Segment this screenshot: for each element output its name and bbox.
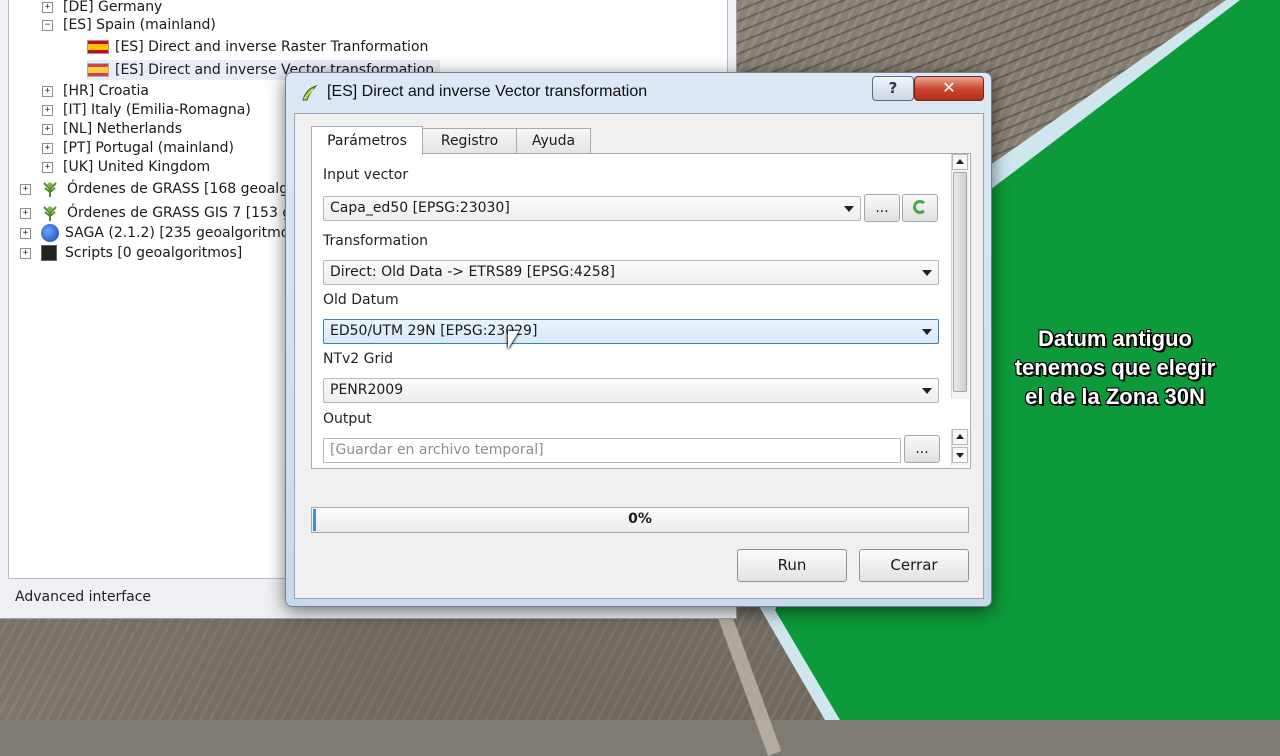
spain-flag-icon <box>87 40 109 54</box>
overlay-caption-line: el de la Zona 30N <box>1025 384 1205 409</box>
tree-item-grass7[interactable]: + Órdenes de GRASS GIS 7 [153 g <box>20 201 292 225</box>
iterate-button[interactable] <box>902 194 938 222</box>
tree-item-label: [UK] United Kingdom <box>63 159 211 175</box>
tree-item-label: Scripts [0 geoalgoritmos] <box>65 245 243 261</box>
tree-item-label: SAGA (2.1.2) [235 geoalgoritmo <box>65 225 290 241</box>
tab-registro[interactable]: Registro <box>422 128 517 154</box>
qgis-app-icon <box>302 84 318 101</box>
run-button[interactable]: Run <box>737 549 847 582</box>
progress-text: 0% <box>628 511 652 527</box>
collapse-icon[interactable]: − <box>42 20 53 31</box>
expand-icon[interactable]: + <box>42 143 53 154</box>
expand-icon[interactable]: + <box>20 248 31 259</box>
tree-item-portugal[interactable]: + [PT] Portugal (mainland) <box>42 138 234 158</box>
close-window-button[interactable]: ✕ <box>914 76 984 101</box>
output-placeholder: [Guardar en archivo temporal] <box>330 442 544 458</box>
transformation-select[interactable]: Direct: Old Data -> ETRS89 [EPSG:4258] <box>323 260 939 285</box>
scroll-up-icon[interactable] <box>952 429 968 445</box>
ntv2-grid-select[interactable]: PENR2009 <box>323 378 939 403</box>
tree-item-netherlands[interactable]: + [NL] Netherlands <box>42 119 182 139</box>
input-vector-value: Capa_ed50 [EPSG:23030] <box>330 200 510 216</box>
grass-icon <box>43 206 57 221</box>
tree-item-label: Órdenes de GRASS GIS 7 [153 g <box>67 205 292 221</box>
tree-item-croatia[interactable]: + [HR] Croatia <box>42 81 149 101</box>
tree-item-label: [PT] Portugal (mainland) <box>63 140 234 156</box>
tree-item-label: [ES] Direct and inverse Raster Tranforma… <box>115 39 429 55</box>
dropdown-arrow-icon <box>922 388 932 394</box>
tree-item-label: Órdenes de GRASS [168 geoalgo <box>67 181 297 197</box>
ntv2-grid-label: NTv2 Grid <box>323 351 394 367</box>
scripts-icon <box>41 245 57 261</box>
output-field[interactable]: [Guardar en archivo temporal] <box>323 438 901 463</box>
overlay-caption-line: Datum antiguo <box>1038 326 1192 351</box>
output-scrollbar[interactable] <box>951 429 969 465</box>
spain-flag-icon <box>87 63 109 77</box>
output-browse-button[interactable]: ... <box>904 435 940 463</box>
help-button[interactable]: ? <box>872 76 914 101</box>
parameters-panel: Input vector Capa_ed50 [EPSG:23030] ... … <box>311 153 971 469</box>
transformation-label: Transformation <box>323 233 429 249</box>
transformation-value: Direct: Old Data -> ETRS89 [EPSG:4258] <box>330 264 616 280</box>
old-datum-value: ED50/UTM 29N [EPSG:23029] <box>330 323 538 339</box>
ntv2-grid-value: PENR2009 <box>330 382 404 398</box>
dropdown-arrow-icon <box>922 270 932 276</box>
output-label: Output <box>323 411 372 427</box>
tree-item-label: [HR] Croatia <box>63 83 149 99</box>
tree-item-label: [NL] Netherlands <box>63 121 182 137</box>
tab-parametros[interactable]: Parámetros <box>311 126 423 155</box>
expand-icon[interactable]: + <box>42 105 53 116</box>
dialog-titlebar[interactable]: [ES] Direct and inverse Vector transform… <box>286 73 991 113</box>
refresh-icon <box>913 200 927 214</box>
expand-icon[interactable]: + <box>42 124 53 135</box>
tree-item-grass[interactable]: + Órdenes de GRASS [168 geoalgo <box>20 177 297 201</box>
input-vector-select[interactable]: Capa_ed50 [EPSG:23030] <box>323 196 861 221</box>
dialog-client-area: Parámetros Registro Ayuda Input vector C… <box>294 113 984 599</box>
tree-item-scripts[interactable]: + Scripts [0 geoalgoritmos] <box>20 243 243 263</box>
panel-scrollbar[interactable] <box>951 154 969 399</box>
old-datum-label: Old Datum <box>323 292 399 308</box>
overlay-caption: Datum antiguo tenemos que elegir el de l… <box>990 324 1240 411</box>
input-vector-label: Input vector <box>323 167 409 183</box>
scroll-up-icon[interactable] <box>952 154 968 170</box>
expand-icon[interactable]: + <box>20 228 31 239</box>
tree-item-label: [IT] Italy (Emilia-Romagna) <box>63 102 251 118</box>
tree-item-label: [ES] Spain (mainland) <box>63 17 216 33</box>
grass-icon <box>43 182 57 197</box>
scroll-thumb[interactable] <box>953 172 967 392</box>
overlay-caption-line: tenemos que elegir <box>1014 355 1216 380</box>
tree-item-spain[interactable]: − [ES] Spain (mainland) <box>42 15 216 35</box>
old-datum-select[interactable]: ED50/UTM 29N [EPSG:23029] <box>323 319 939 344</box>
scroll-down-icon[interactable] <box>952 447 968 463</box>
expand-icon[interactable]: + <box>42 86 53 97</box>
tree-item-italy[interactable]: + [IT] Italy (Emilia-Romagna) <box>42 100 251 120</box>
mouse-cursor-icon <box>508 331 519 349</box>
algorithm-dialog: [ES] Direct and inverse Vector transform… <box>285 72 992 607</box>
expand-icon[interactable]: + <box>20 184 31 195</box>
tree-item-saga[interactable]: + SAGA (2.1.2) [235 geoalgoritmo <box>20 223 290 243</box>
expand-icon[interactable]: + <box>20 208 31 219</box>
tab-ayuda[interactable]: Ayuda <box>516 128 591 154</box>
cerrar-button[interactable]: Cerrar <box>859 549 969 582</box>
dropdown-arrow-icon <box>844 206 854 212</box>
tree-item-raster-transformation[interactable]: [ES] Direct and inverse Raster Tranforma… <box>87 37 428 57</box>
tree-item-united-kingdom[interactable]: + [UK] United Kingdom <box>42 157 211 177</box>
progress-bar: 0% <box>311 507 969 533</box>
expand-icon[interactable]: + <box>42 2 53 13</box>
input-vector-browse-button[interactable]: ... <box>864 194 900 222</box>
saga-icon <box>41 224 59 242</box>
tree-item-label: [DE] Germany <box>63 0 163 15</box>
expand-icon[interactable]: + <box>42 162 53 173</box>
dialog-title: [ES] Direct and inverse Vector transform… <box>327 83 648 100</box>
dropdown-arrow-icon <box>922 329 932 335</box>
advanced-interface-selector[interactable]: Advanced interface <box>15 589 151 605</box>
